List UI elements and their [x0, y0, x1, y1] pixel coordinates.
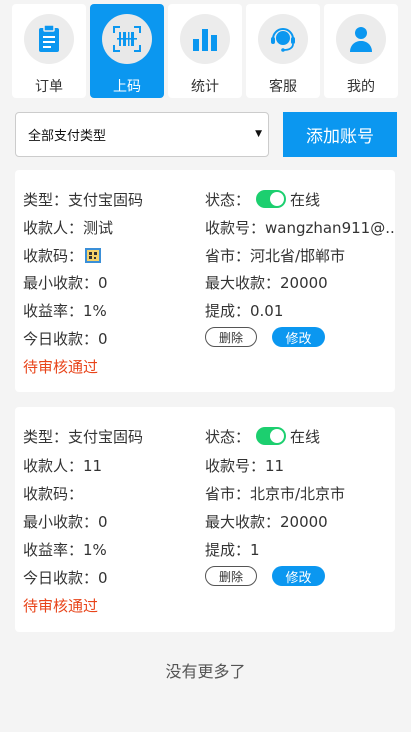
card-max: 最大收款：20000	[205, 274, 328, 292]
nav-icon-circle	[336, 14, 386, 64]
add-account-button[interactable]: 添加账号	[283, 112, 397, 157]
nav-icon-circle	[102, 14, 152, 64]
card-payee: 收款人：测试	[23, 219, 114, 237]
card-account: 收款号：wangzhan911@...	[205, 219, 395, 237]
card-min: 最小收款：0	[23, 274, 108, 292]
delete-button[interactable]: 删除	[205, 566, 257, 586]
payment-type-select-value: 全部支付类型	[28, 129, 107, 144]
edit-button[interactable]: 修改	[272, 566, 325, 586]
review-status: 待审核通过	[23, 597, 99, 615]
account-card: 类型：支付宝固码 状态： 在线 收款人：11 收款号：11 收款码： 省市：北京市…	[15, 407, 395, 632]
status-value: 在线	[290, 428, 321, 446]
card-commission: 提成：0.01	[205, 302, 284, 320]
card-status: 状态： 在线	[205, 426, 320, 448]
bar-chart-icon	[193, 29, 217, 51]
nav-label-orders: 订单	[35, 79, 63, 95]
card-min: 最小收款：0	[23, 513, 108, 531]
card-payee: 收款人：11	[23, 457, 103, 475]
card-today: 今日收款：0	[23, 330, 108, 348]
card-rate: 收益率：1%	[23, 541, 107, 559]
order-clipboard-icon	[39, 25, 59, 52]
card-account: 收款号：11	[205, 457, 285, 475]
qr-label: 收款码：	[23, 485, 84, 503]
qr-code-thumbnail-icon[interactable]	[85, 247, 102, 263]
account-card: 类型：支付宝固码 状态： 在线 收款人：测试 收款号：wangzhan911@..…	[15, 170, 395, 392]
nav-icon-circle	[258, 14, 308, 64]
status-toggle[interactable]	[256, 190, 287, 208]
card-type: 类型：支付宝固码	[23, 191, 144, 209]
card-qr: 收款码：	[23, 483, 83, 504]
user-profile-icon	[350, 27, 372, 52]
card-region: 省市：河北省/邯郸市	[205, 247, 346, 265]
nav-item-profile[interactable]: 我的	[324, 4, 398, 98]
nav-icon-circle	[24, 14, 74, 64]
card-rate: 收益率：1%	[23, 302, 107, 320]
barcode-upload-icon	[113, 26, 141, 52]
nav-item-customer-service[interactable]: 客服	[246, 4, 320, 98]
edit-button[interactable]: 修改	[272, 327, 325, 347]
payment-type-select[interactable]: 全部支付类型 ▼	[15, 112, 269, 157]
nav-label-customer-service: 客服	[269, 79, 297, 95]
card-type: 类型：支付宝固码	[23, 428, 144, 446]
caret-down-icon: ▼	[255, 129, 262, 139]
delete-button[interactable]: 删除	[205, 327, 257, 347]
status-value: 在线	[290, 191, 321, 209]
card-today: 今日收款：0	[23, 569, 108, 587]
card-qr: 收款码：	[23, 245, 102, 266]
nav-item-orders[interactable]: 订单	[12, 4, 86, 98]
status-toggle[interactable]	[256, 427, 287, 445]
nav-item-statistics[interactable]: 统计	[168, 4, 242, 98]
nav-icon-circle	[180, 14, 230, 64]
nav-label-statistics: 统计	[191, 79, 219, 95]
nav-label-upload-code: 上码	[113, 79, 141, 95]
card-max: 最大收款：20000	[205, 513, 328, 531]
review-status: 待审核通过	[23, 358, 99, 376]
nav-item-upload-code[interactable]: 上码	[90, 4, 164, 98]
card-status: 状态： 在线	[205, 189, 320, 211]
card-commission: 提成：1	[205, 541, 260, 559]
no-more-text: 没有更多了	[165, 662, 246, 681]
status-label: 状态：	[205, 191, 251, 209]
headset-support-icon	[271, 28, 295, 52]
nav-label-profile: 我的	[347, 79, 375, 95]
top-nav: 订单 上码 统计 客服 我的	[0, 0, 411, 100]
card-region: 省市：北京市/北京市	[205, 485, 346, 503]
qr-label: 收款码：	[23, 247, 84, 265]
status-label: 状态：	[205, 428, 251, 446]
